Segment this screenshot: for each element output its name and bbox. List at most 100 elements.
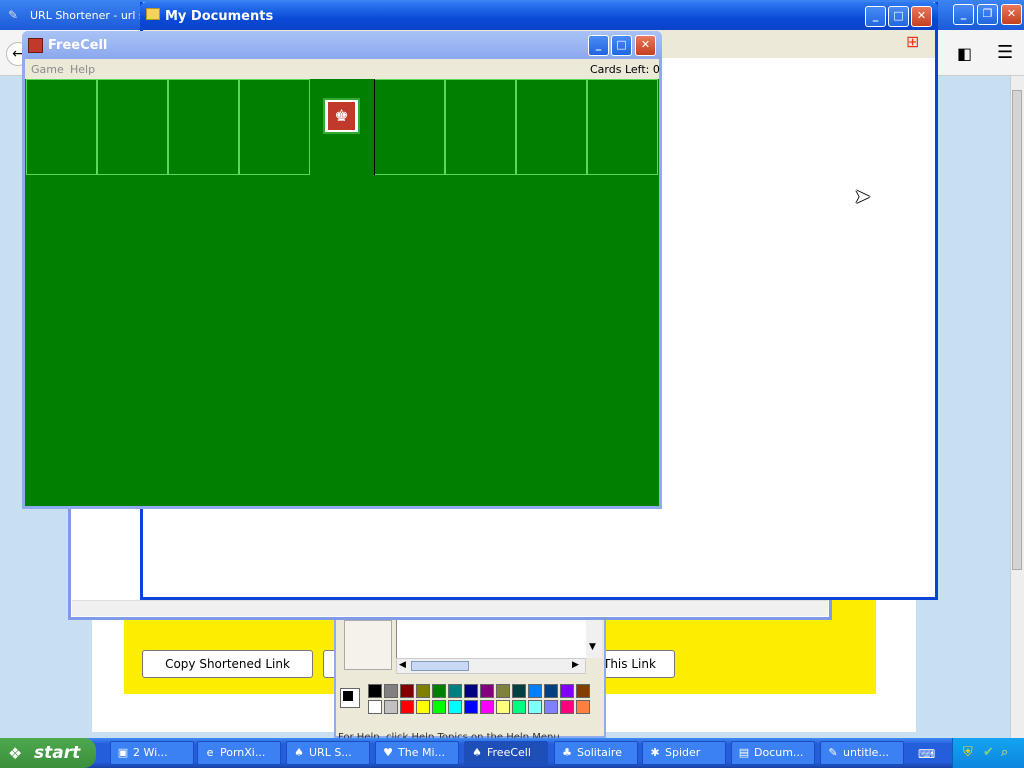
king-face-icon: ♚ [328, 102, 355, 130]
copy-shortened-link-button[interactable]: Copy Shortened Link [142, 650, 313, 678]
home-cell-2[interactable] [445, 79, 516, 175]
freecell-icon: ♠ [472, 746, 482, 759]
taskbar-button-8[interactable]: ▤ Docum... [731, 741, 815, 765]
taskbar-button-6[interactable]: ♣ Solitaire [554, 741, 638, 765]
palette-swatch-bottom-5[interactable] [432, 700, 446, 714]
cell-divider [374, 79, 375, 175]
palette-swatch-bottom-12[interactable] [544, 700, 558, 714]
menu-help[interactable]: Help [70, 63, 95, 76]
palette-swatch-top-9[interactable] [496, 684, 510, 698]
paint-icon: ✎ [828, 746, 838, 759]
free-cell-1[interactable] [26, 79, 97, 175]
browser-minimize-button[interactable]: _ [953, 4, 974, 25]
menu-game[interactable]: Game [31, 63, 64, 76]
palette-swatch-bottom-10[interactable] [512, 700, 526, 714]
palette-swatch-top-14[interactable] [576, 684, 590, 698]
palette-swatch-bottom-2[interactable] [384, 700, 398, 714]
keyboard-icon[interactable]: ⌨ [918, 747, 935, 761]
freecell-maximize-button[interactable]: □ [611, 35, 632, 56]
palette-swatch-bottom-6[interactable] [448, 700, 462, 714]
my-documents-title: My Documents [165, 9, 274, 24]
foreground-color [343, 691, 353, 701]
browser-restore-button[interactable]: ❐ [977, 4, 998, 25]
palette-swatch-top-8[interactable] [480, 684, 494, 698]
start-label: start [34, 743, 81, 763]
paint-canvas[interactable] [396, 620, 586, 658]
palette-swatch-top-5[interactable] [432, 684, 446, 698]
sidebar-icon[interactable]: ◧ [957, 44, 972, 63]
pen-icon: ✎ [8, 8, 19, 22]
taskbar-button-9[interactable]: ✎ untitle... [820, 741, 904, 765]
taskbar-button-label: FreeCell [487, 746, 531, 759]
page-scrollbar-thumb[interactable] [1012, 90, 1022, 570]
search-icon[interactable]: ⌕ [1001, 745, 1008, 760]
ie-icon: e [206, 746, 214, 759]
free-cell-3[interactable] [168, 79, 239, 175]
paint-tool-options[interactable] [344, 620, 392, 670]
palette-swatch-top-7[interactable] [464, 684, 478, 698]
palette-swatch-top-10[interactable] [512, 684, 526, 698]
taskbar-button-label: URL S... [309, 746, 352, 759]
palette-swatch-bottom-13[interactable] [560, 700, 574, 714]
taskbar-button-5[interactable]: ♠ FreeCell [464, 741, 548, 765]
taskbar-button-label: 2 Wi... [133, 746, 168, 759]
taskbar-button-3[interactable]: ♠ URL S... [286, 741, 370, 765]
palette-swatch-top-2[interactable] [384, 684, 398, 698]
network-icon[interactable]: ✔ [983, 745, 994, 760]
heart-icon: ♥ [383, 746, 393, 759]
hamburger-menu-icon[interactable]: ☰ [997, 42, 1013, 63]
shield-icon[interactable]: ⛨ [963, 745, 973, 760]
palette-swatch-bottom-7[interactable] [464, 700, 478, 714]
start-button[interactable]: ❖ start [0, 738, 96, 768]
my-documents-close-button[interactable]: ✕ [911, 6, 932, 27]
chevron-down-icon: ▼ [589, 642, 596, 652]
home-cell-1[interactable] [374, 79, 445, 175]
home-cell-4[interactable] [587, 79, 658, 175]
palette-swatch-bottom-4[interactable] [416, 700, 430, 714]
palette-swatch-bottom-11[interactable] [528, 700, 542, 714]
palette-swatch-top-4[interactable] [416, 684, 430, 698]
taskbar-button-label: Spider [665, 746, 701, 759]
my-documents-maximize-button[interactable]: □ [888, 6, 909, 27]
freecell-icon [28, 38, 43, 53]
browser-close-button[interactable]: ✕ [1001, 4, 1022, 25]
palette-swatch-bottom-8[interactable] [480, 700, 494, 714]
my-documents-minimize-button[interactable]: _ [865, 6, 886, 27]
taskbar-button-1[interactable]: ▣ 2 Wi... [110, 741, 194, 765]
paint-scroll-thumb[interactable] [411, 661, 469, 671]
taskbar-button-4[interactable]: ♥ The Mi... [375, 741, 459, 765]
explorer-horizontal-scrollbar[interactable] [72, 600, 828, 616]
spider-icon: ✱ [650, 746, 660, 759]
chevron-left-icon[interactable]: ◀ [399, 660, 406, 670]
taskbar-button-label: The Mi... [398, 746, 445, 759]
palette-swatch-bottom-3[interactable] [400, 700, 414, 714]
free-cell-2[interactable] [97, 79, 168, 175]
palette-swatch-top-11[interactable] [528, 684, 542, 698]
taskbar-button-label: Solitaire [577, 746, 622, 759]
palette-swatch-bottom-1[interactable] [368, 700, 382, 714]
palette-swatch-top-6[interactable] [448, 684, 462, 698]
taskbar-button-2[interactable]: e PornXi... [197, 741, 281, 765]
taskbar-button-label: PornXi... [220, 746, 266, 759]
palette-swatch-top-1[interactable] [368, 684, 382, 698]
freecell-icon: ♠ [294, 746, 304, 759]
paint-vertical-scrollbar[interactable]: ▼ [586, 620, 602, 658]
current-colors[interactable] [340, 688, 360, 708]
palette-swatch-top-12[interactable] [544, 684, 558, 698]
freecell-close-button[interactable]: ✕ [635, 35, 656, 56]
taskbar-button-label: untitle... [843, 746, 889, 759]
freecell-minimize-button[interactable]: _ [588, 35, 609, 56]
home-cell-3[interactable] [516, 79, 587, 175]
palette-swatch-top-13[interactable] [560, 684, 574, 698]
paint-horizontal-scrollbar[interactable]: ◀ ▶ [396, 658, 586, 674]
taskbar-button-7[interactable]: ✱ Spider [642, 741, 726, 765]
cards-left-counter: Cards Left: 0 [590, 63, 660, 76]
folder-icon [146, 8, 160, 20]
free-cell-4[interactable] [239, 79, 310, 175]
freecell-title: FreeCell [48, 38, 108, 53]
chevron-right-icon[interactable]: ▶ [572, 660, 579, 670]
palette-swatch-bottom-14[interactable] [576, 700, 590, 714]
palette-swatch-top-3[interactable] [400, 684, 414, 698]
freecell-titlebar[interactable] [22, 31, 662, 59]
palette-swatch-bottom-9[interactable] [496, 700, 510, 714]
